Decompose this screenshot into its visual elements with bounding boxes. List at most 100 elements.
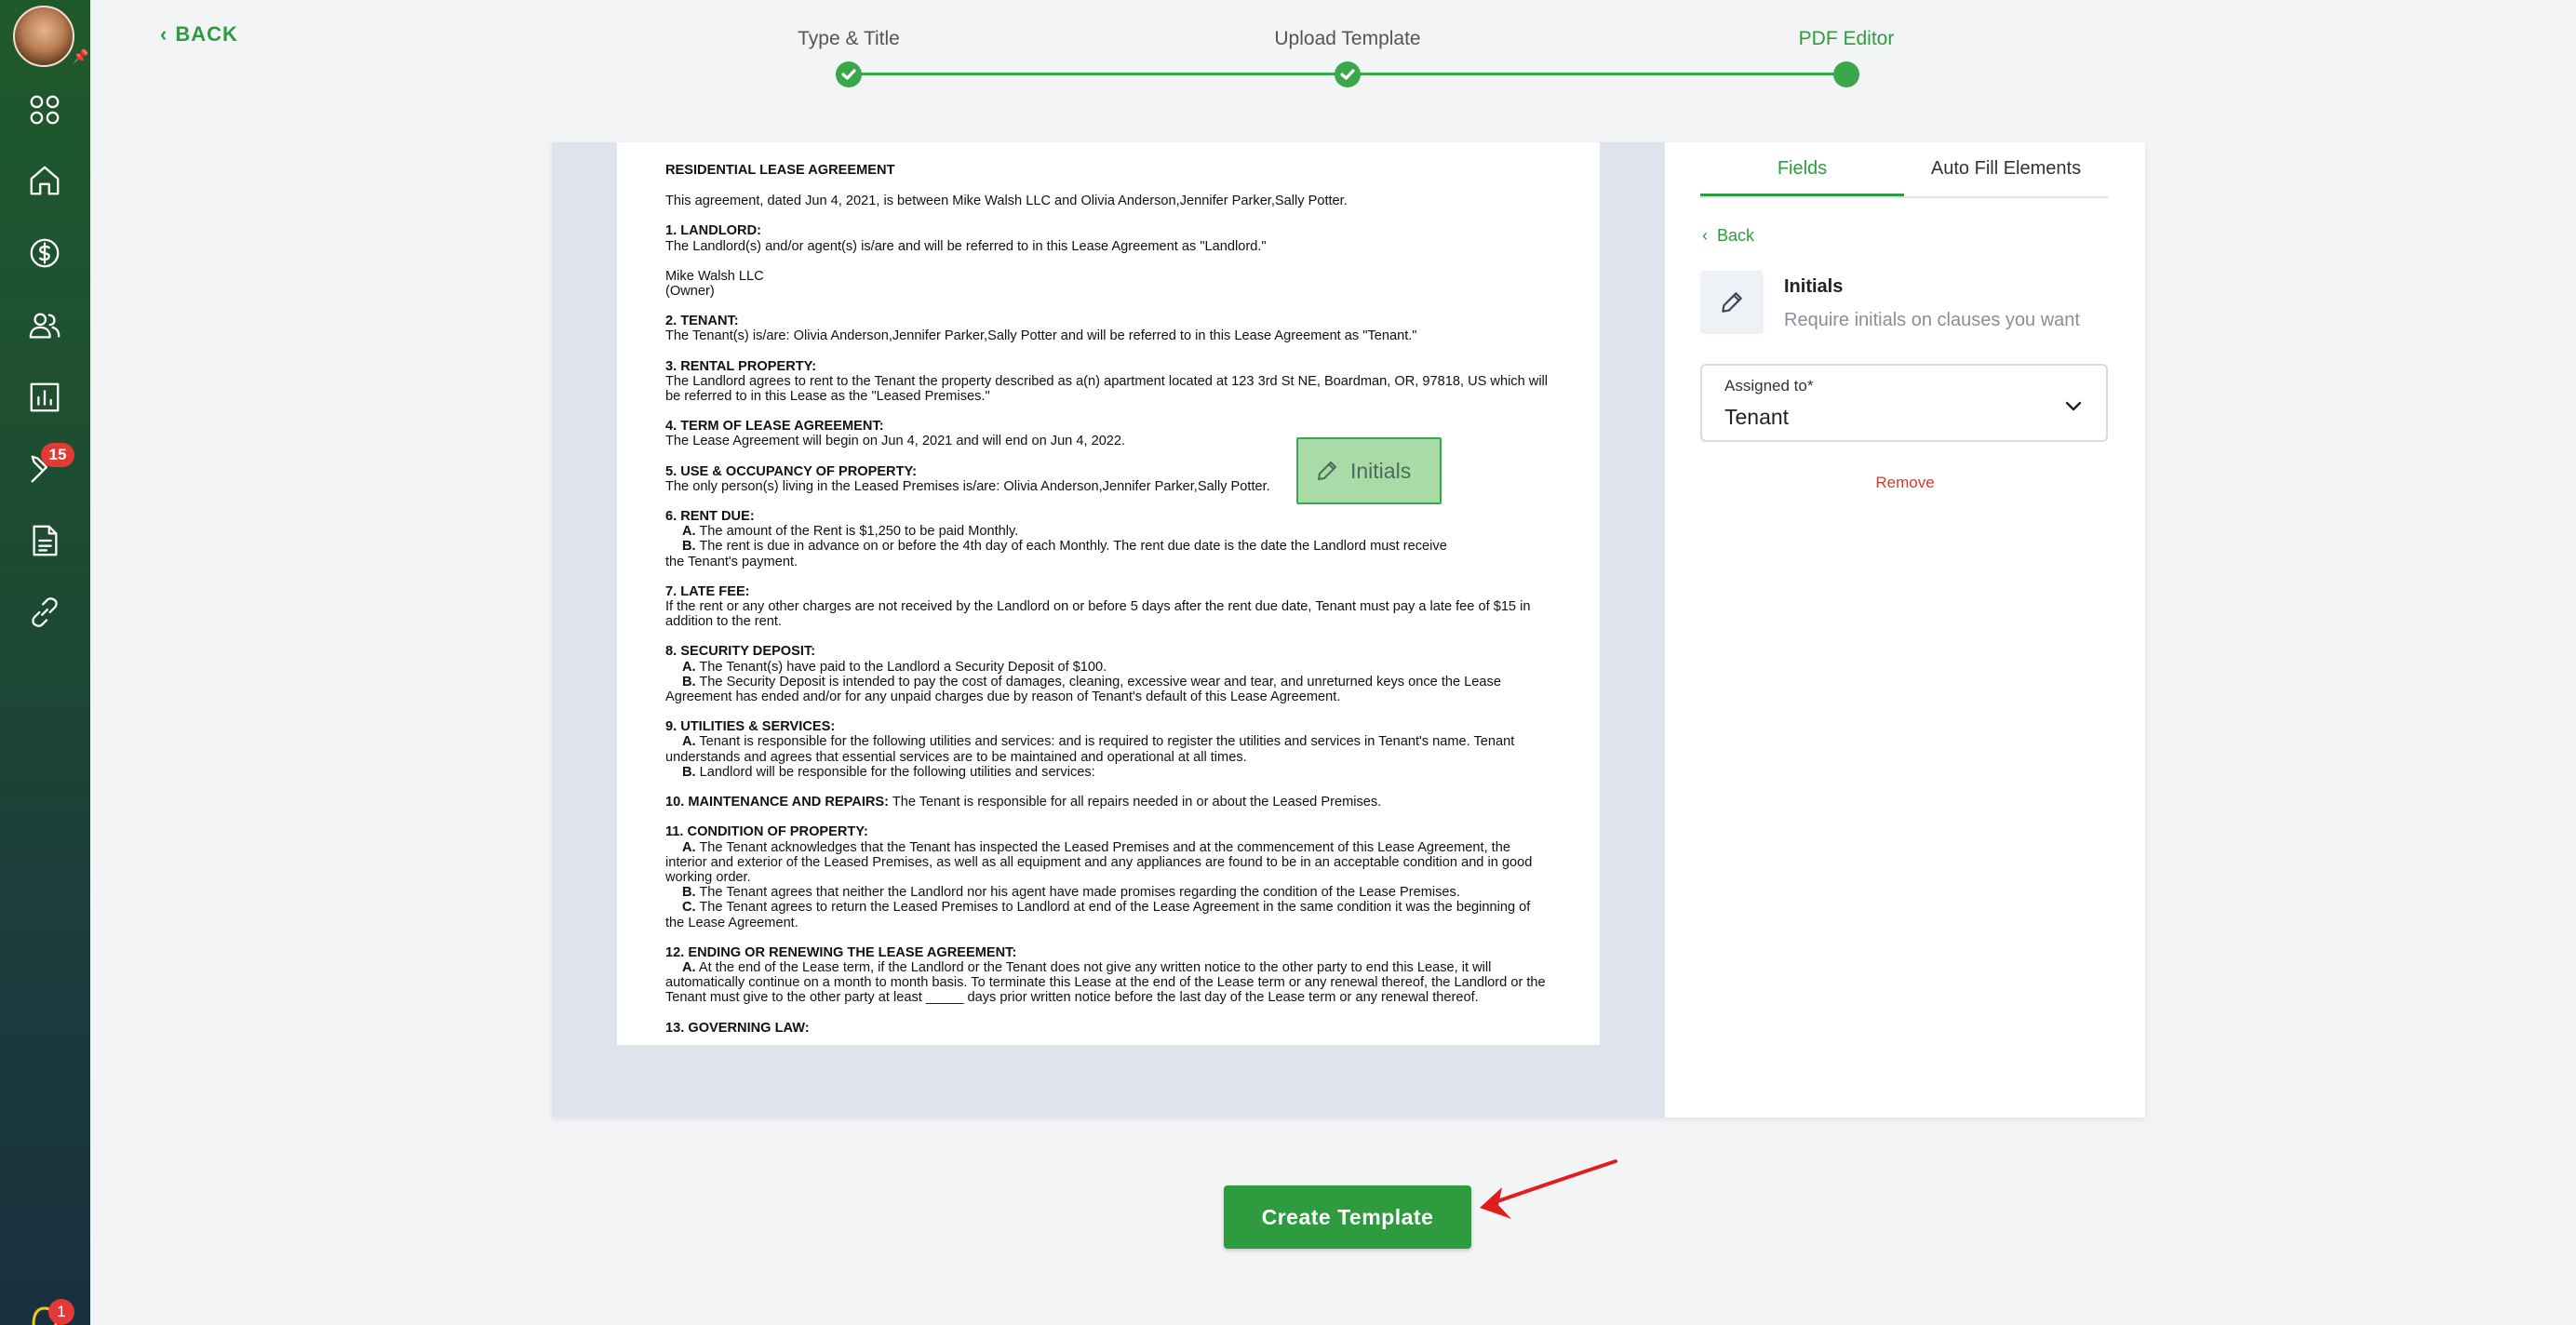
notifications-badge: 1: [48, 1299, 74, 1325]
fields-panel: Fields Auto Fill Elements ‹ Back Initial…: [1665, 142, 2145, 1118]
clause-text-cont: understands and agrees that essential se…: [665, 749, 1247, 765]
doc-section-2: 2. TENANT: The Tenant(s) is/are: Olivia …: [665, 314, 1551, 343]
clause-text-cont: the Tenant's payment.: [665, 554, 798, 569]
step-label-type-title: Type & Title: [798, 28, 900, 49]
clause-a: A. At the end of the Lease term, if the …: [665, 960, 1551, 975]
section-text: The Landlord(s) and/or agent(s) is/are a…: [665, 238, 1267, 254]
step-done-dot[interactable]: [836, 61, 862, 87]
clause-text-cont: Agreement has ended and/or for any unpai…: [665, 689, 1341, 705]
pencil-icon: [1318, 462, 1336, 480]
doc-section-6: 6. RENT DUE: A. The amount of the Rent i…: [665, 509, 1551, 569]
nav-home[interactable]: [20, 156, 69, 205]
clause-letter: A.: [682, 959, 696, 975]
doc-section-7: 7. LATE FEE: If the rent or any other ch…: [665, 584, 1551, 630]
section-heading: 9. UTILITIES & SERVICES:: [665, 719, 836, 735]
panel-back-label: Back: [1717, 226, 1755, 245]
doc-section-3: 3. RENTAL PROPERTY: The Landlord agrees …: [665, 359, 1551, 405]
section-heading: 1. LANDLORD:: [665, 223, 761, 239]
doc-title: RESIDENTIAL LEASE AGREEMENT: [665, 163, 895, 178]
dollar-circle-icon: [30, 238, 60, 268]
clause-text: Landlord will be responsible for the fol…: [699, 764, 1095, 780]
clause-letter: B.: [682, 539, 696, 555]
panel-back-link[interactable]: ‹ Back: [1702, 226, 1754, 246]
check-icon: [841, 69, 856, 80]
clause-text: Tenant is responsible for the following …: [699, 734, 1515, 750]
section-text: If the rent or any other charges are not…: [665, 599, 1531, 630]
nav-links[interactable]: [20, 588, 69, 636]
annotation-arrow-icon: [1480, 1159, 1617, 1219]
document-icon: [33, 525, 58, 556]
apps-grid-icon: [30, 95, 60, 125]
stepper: Type & Title Upload Template PDF Editor: [0, 0, 2576, 93]
nav-documents[interactable]: [20, 516, 69, 565]
assigned-to-value: Tenant: [1724, 405, 1790, 429]
chart-icon: [30, 382, 60, 412]
clause-letter: A.: [682, 524, 696, 540]
doc-section-8: 8. SECURITY DEPOSIT: A. The Tenant(s) ha…: [665, 644, 1551, 704]
clause-text: The Tenant(s) have paid to the Landlord …: [699, 659, 1107, 675]
clause-letter: B.: [682, 674, 696, 689]
landlord-name: Mike Walsh LLC: [665, 268, 764, 284]
clause-letter: A.: [682, 839, 696, 855]
chevron-down-icon: [2063, 395, 2084, 416]
clause-letter: B.: [682, 764, 696, 780]
nav-payments[interactable]: [20, 229, 69, 277]
clause-letter: A.: [682, 734, 696, 750]
clause-a: A. The Tenant(s) have paid to the Landlo…: [665, 660, 1551, 675]
home-icon: [30, 166, 60, 195]
step-connector: [1348, 73, 1846, 75]
panel-tabs: Fields Auto Fill Elements: [1700, 142, 2108, 198]
doc-section-10: 10. MAINTENANCE AND REPAIRS: The Tenant …: [665, 795, 1551, 810]
assigned-to-label: Assigned to*: [1724, 377, 1814, 395]
document-page: RESIDENTIAL LEASE AGREEMENT This agreeme…: [617, 142, 1600, 1045]
field-type-title: Initials: [1784, 276, 1844, 297]
step-connector: [849, 73, 1348, 75]
doc-section-9: 9. UTILITIES & SERVICES: A. Tenant is re…: [665, 719, 1551, 780]
sidebar: 📌 15 1: [0, 0, 90, 1325]
clause-letter: C.: [682, 900, 696, 916]
clause-c: C. The Tenant agrees to return the Lease…: [665, 900, 1551, 915]
pencil-icon: [1722, 292, 1742, 313]
clause-text: The Tenant agrees that neither the Landl…: [699, 885, 1460, 901]
section-heading: 11. CONDITION OF PROPERTY:: [665, 824, 868, 840]
clause-text: At the end of the Lease term, if the Lan…: [698, 959, 1492, 975]
section-heading: 12. ENDING OR RENEWING THE LEASE AGREEME…: [665, 944, 1017, 960]
clause-a: A. The amount of the Rent is $1,250 to b…: [665, 524, 1551, 539]
landlord-role: (Owner): [665, 284, 715, 300]
clause-letter: A.: [682, 659, 696, 675]
section-heading: 13. GOVERNING LAW:: [665, 1020, 810, 1036]
link-icon: [32, 597, 58, 627]
clause-a: A. Tenant is responsible for the followi…: [665, 734, 1551, 749]
tab-auto-fill-elements[interactable]: Auto Fill Elements: [1904, 142, 2108, 196]
chevron-left-icon: ‹: [1702, 226, 1708, 245]
section-heading: 8. SECURITY DEPOSIT:: [665, 644, 816, 660]
section-heading: 7. LATE FEE:: [665, 583, 750, 599]
doc-section-1: 1. LANDLORD: The Landlord(s) and/or agen…: [665, 223, 1551, 253]
document-viewer[interactable]: RESIDENTIAL LEASE AGREEMENT This agreeme…: [552, 142, 1665, 1118]
section-heading: 2. TENANT:: [665, 314, 739, 329]
field-type-icon-box: [1700, 271, 1764, 334]
clause-text: The Security Deposit is intended to pay …: [699, 674, 1501, 689]
maintenance-badge: 15: [41, 443, 74, 467]
nav-reports[interactable]: [20, 373, 69, 422]
clause-text-cont: interior and exterior of the Leased Prem…: [665, 854, 1533, 885]
create-template-button[interactable]: Create Template: [1224, 1185, 1471, 1249]
remove-field-link[interactable]: Remove: [1665, 474, 2145, 492]
clause-b: B. Landlord will be responsible for the …: [665, 765, 1551, 780]
clause-text-cont: automatically continue on a month to mon…: [665, 975, 1546, 1006]
doc-intro: This agreement, dated Jun 4, 2021, is be…: [665, 194, 1348, 209]
doc-section-11: 11. CONDITION OF PROPERTY: A. The Tenant…: [665, 824, 1551, 930]
tab-fields[interactable]: Fields: [1700, 142, 1904, 196]
clause-text: The Tenant agrees to return the Leased P…: [699, 900, 1531, 916]
section-heading: 6. RENT DUE:: [665, 509, 755, 525]
clause-b: B. The Security Deposit is intended to p…: [665, 675, 1551, 689]
clause-b: B. The rent is due in advance on or befo…: [665, 539, 1551, 554]
step-done-dot[interactable]: [1335, 61, 1361, 87]
initials-field-label: Initials: [1350, 458, 1412, 483]
nav-people[interactable]: [20, 301, 69, 350]
assigned-to-select[interactable]: Assigned to* Tenant: [1700, 364, 2108, 442]
section-heading: 4. TERM OF LEASE AGREEMENT:: [665, 419, 884, 435]
clause-text: The Tenant acknowledges that the Tenant …: [699, 839, 1510, 855]
clause-a: A. The Tenant acknowledges that the Tena…: [665, 840, 1551, 855]
initials-field-placeholder[interactable]: Initials: [1296, 437, 1442, 504]
